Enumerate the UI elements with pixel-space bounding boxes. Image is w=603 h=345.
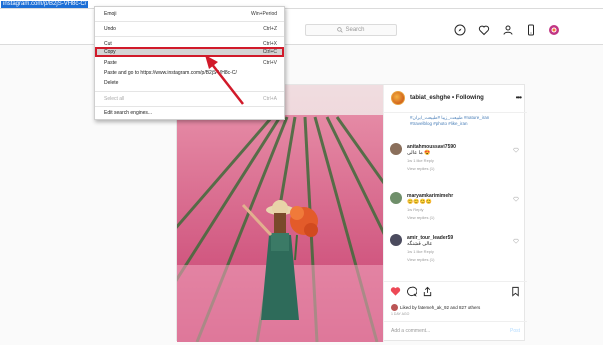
- person-icon[interactable]: [502, 24, 514, 36]
- post-caption: #طبیعت_زیبا #طبیعت_ایران #nature_iran #t…: [410, 115, 522, 127]
- comment-icon[interactable]: [406, 286, 417, 297]
- tulip-field-image: [177, 85, 383, 342]
- menu-item-paste[interactable]: Paste Ctrl+V: [95, 59, 284, 68]
- liked-by-text[interactable]: Liked by fatemeh_ak_92 and 827 others: [400, 305, 480, 310]
- comment-item: maryamkarimimehr 😊😊😊😊 1w Reply View repl…: [390, 192, 521, 232]
- comment-item: amir_tour_leader59 عالی قشنگه 1w 1 like …: [390, 234, 521, 274]
- search-input[interactable]: Search: [305, 24, 397, 36]
- address-bar[interactable]: instagram.com/p/B2jS-VH8c-C/: [0, 0, 603, 9]
- view-replies-link[interactable]: View replies (1): [407, 166, 435, 171]
- comment-text: عالی قشنگه: [407, 241, 433, 247]
- context-menu: Emoji Win+Period Undo Ctrl+Z Cut Ctrl+X Cop…: [94, 6, 285, 120]
- post-photo[interactable]: [177, 85, 383, 342]
- post-username[interactable]: tabiat_eshghe • Following: [410, 95, 484, 101]
- bookmark-icon[interactable]: [510, 286, 521, 297]
- post-comment-button[interactable]: Post: [510, 328, 520, 334]
- menu-item-label: Paste: [104, 60, 117, 66]
- menu-item-label: Undo: [104, 26, 116, 32]
- menu-item-undo[interactable]: Undo Ctrl+Z: [95, 25, 284, 34]
- address-url-selected[interactable]: instagram.com/p/B2jS-VH8c-C/: [1, 1, 89, 8]
- avatar: [391, 304, 398, 311]
- comment-input[interactable]: Add a comment...: [391, 328, 430, 334]
- compass-icon[interactable]: [454, 24, 466, 36]
- extension-icon[interactable]: [548, 24, 560, 36]
- menu-item-shortcut: Win+Period: [251, 11, 277, 17]
- heart-icon[interactable]: [513, 238, 519, 244]
- comment-text: 😊😊😊😊: [407, 199, 432, 205]
- avatar[interactable]: [391, 91, 405, 105]
- menu-item-select-all: Select all Ctrl+A: [95, 95, 284, 104]
- post-actions: Liked by fatemeh_ak_92 and 827 others 1 …: [384, 281, 527, 341]
- liked-by[interactable]: Liked by fatemeh_ak_92 and 827 others: [391, 304, 480, 311]
- avatar[interactable]: [390, 192, 402, 204]
- menu-item-shortcut: Ctrl+V: [262, 60, 277, 66]
- menu-item-copy[interactable]: Copy Ctrl+C: [95, 47, 284, 57]
- avatar[interactable]: [390, 234, 402, 246]
- post-card: tabiat_eshghe • Following ••• #طبیعت_زیب…: [176, 84, 527, 342]
- post-header: tabiat_eshghe • Following •••: [384, 85, 527, 113]
- menu-item-paste-and-go[interactable]: Paste and go to https://www.instagram.co…: [95, 69, 284, 78]
- share-icon[interactable]: [422, 286, 433, 297]
- menu-separator: [95, 91, 284, 92]
- menu-item-shortcut: Ctrl+Z: [263, 26, 277, 32]
- comment-meta[interactable]: 1w 1 like Reply: [407, 249, 434, 254]
- menu-item-label: Paste and go to https://www.instagram.co…: [104, 70, 237, 76]
- comment-text: ما عالی 😍: [407, 150, 431, 156]
- search-icon: [337, 27, 344, 33]
- avatar[interactable]: [390, 143, 402, 155]
- like-heart-icon[interactable]: [390, 286, 401, 297]
- phone-icon[interactable]: [525, 24, 537, 36]
- search-placeholder: Search: [345, 27, 365, 33]
- post-sidebar: tabiat_eshghe • Following ••• #طبیعت_زیب…: [383, 85, 527, 342]
- menu-item-label: Edit search engines...: [104, 110, 153, 116]
- post-time: 1 DAY AGO: [391, 312, 410, 316]
- instagram-header: Search: [0, 9, 603, 45]
- view-replies-link[interactable]: View replies (1): [407, 257, 435, 262]
- comment-meta[interactable]: 1w 1 like Reply: [407, 158, 434, 163]
- heart-icon[interactable]: [513, 147, 519, 153]
- menu-item-emoji[interactable]: Emoji Win+Period: [95, 10, 284, 19]
- more-options-icon[interactable]: •••: [516, 93, 522, 102]
- menu-separator: [95, 36, 284, 37]
- comment-item: anitahmoussavi7590 ما عالی 😍 1w 1 like R…: [390, 143, 521, 183]
- add-comment-bar: Add a comment... Post: [384, 321, 527, 342]
- menu-item-label: Delete: [104, 80, 119, 86]
- menu-separator: [95, 21, 284, 22]
- menu-item-shortcut: Ctrl+C: [262, 49, 277, 55]
- menu-item-edit-search-engines[interactable]: Edit search engines...: [95, 109, 284, 118]
- menu-item-delete[interactable]: Delete: [95, 79, 284, 88]
- heart-icon[interactable]: [478, 24, 490, 36]
- caption-line[interactable]: #travelblog #photo #like_iran: [410, 121, 522, 127]
- menu-item-label: Copy: [104, 49, 116, 55]
- menu-item-copy-row: Copy Ctrl+C: [95, 48, 284, 57]
- menu-separator: [95, 106, 284, 107]
- view-replies-link[interactable]: View replies (1): [407, 215, 435, 220]
- comment-meta[interactable]: 1w Reply: [407, 207, 423, 212]
- menu-item-label: Select all: [104, 96, 125, 102]
- menu-item-shortcut: Ctrl+A: [262, 96, 277, 102]
- heart-icon[interactable]: [513, 196, 519, 202]
- menu-item-label: Emoji: [104, 11, 117, 17]
